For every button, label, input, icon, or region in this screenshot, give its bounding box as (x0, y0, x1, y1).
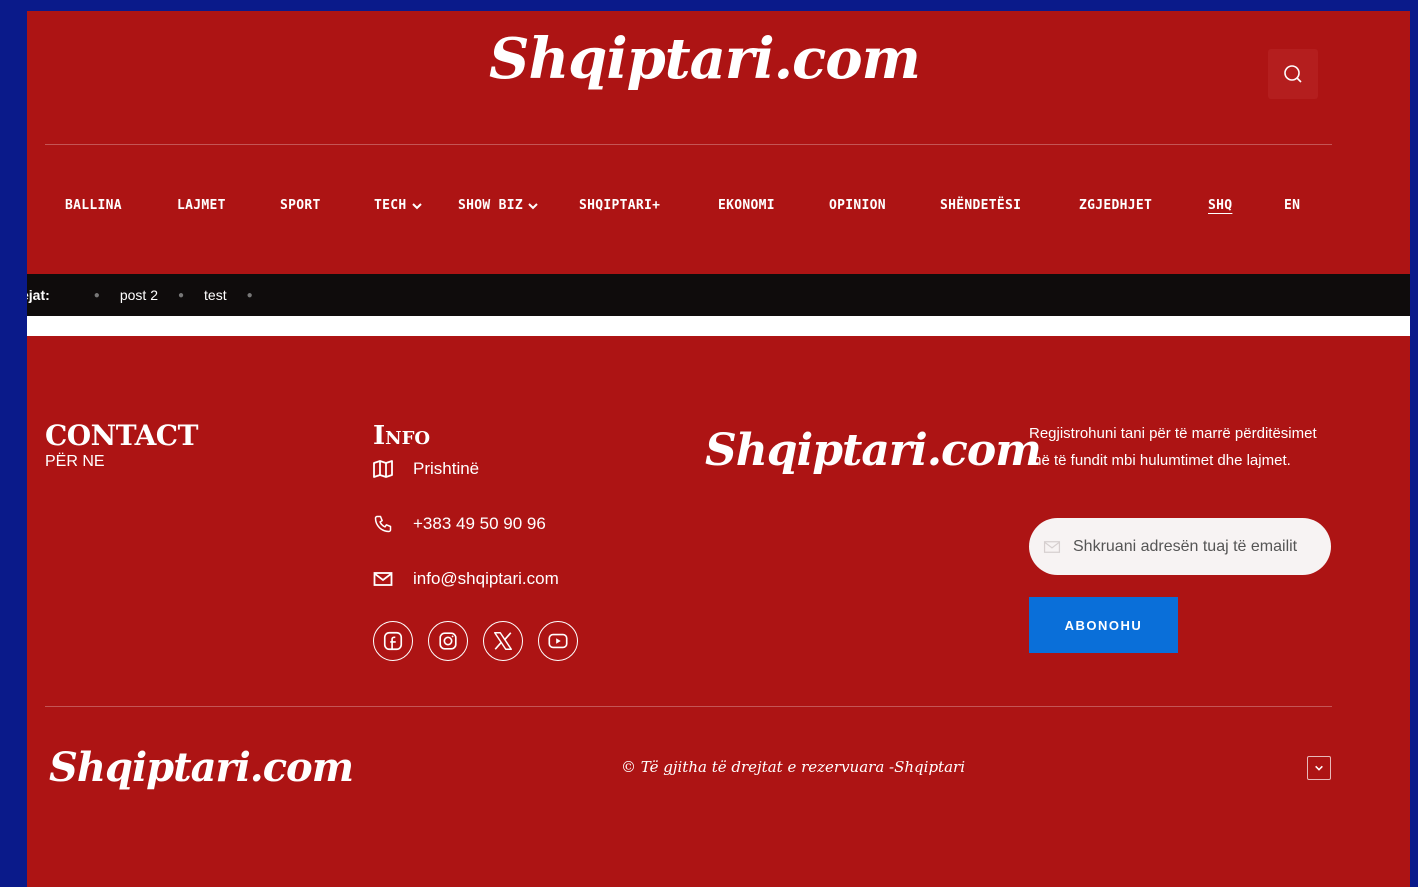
newsletter-column: Regjistrohuni tani për të marrë përditës… (1029, 420, 1331, 653)
site-header: Shqiptari.com BALLINA LAJMET SPORT TECH … (27, 11, 1410, 274)
contact-column: CONTACT PËR NE (45, 421, 198, 471)
newsletter-email-field[interactable] (1029, 518, 1331, 575)
envelope-icon (373, 569, 393, 589)
ticker-title: ejat: (27, 287, 50, 303)
nav-item-show-biz[interactable]: SHOW BIZ (458, 191, 539, 221)
location-text: Prishtinë (413, 459, 480, 478)
nav-item-tech[interactable]: TECH (374, 191, 423, 221)
nav-item-opinion[interactable]: OPINION (829, 191, 886, 221)
copyright-text: © Të gjitha të drejtat e rezervuara -Shq… (621, 758, 965, 776)
ticker-item[interactable]: test (204, 287, 227, 303)
content-band (27, 316, 1410, 336)
youtube-link[interactable] (538, 621, 578, 661)
facebook-link[interactable] (373, 621, 413, 661)
contact-title: CONTACT (45, 419, 198, 452)
chevron-down-icon (528, 203, 538, 210)
nav-item-sport[interactable]: SPORT (280, 191, 321, 221)
youtube-icon (548, 633, 568, 649)
instagram-icon (439, 632, 457, 650)
subscribe-button[interactable]: ABONOHU (1029, 597, 1178, 653)
map-icon (373, 459, 393, 479)
instagram-link[interactable] (428, 621, 468, 661)
site-logo[interactable]: Shqiptari.com (489, 19, 921, 99)
ticker-separator: ● (93, 289, 100, 301)
nav-item-ekonomi[interactable]: EKONOMI (718, 191, 775, 221)
header-divider (45, 144, 1332, 145)
phone-text: +383 49 50 90 96 (413, 514, 546, 533)
ticker-separator: ● (177, 289, 185, 301)
facebook-icon (383, 631, 403, 651)
nav-item-lajmet[interactable]: LAJMET (177, 191, 226, 221)
site-footer: CONTACT PËR NE Info Prishtinë +383 49 50… (27, 336, 1410, 887)
envelope-icon (1043, 540, 1061, 553)
ticker-item[interactable]: post 2 (120, 287, 158, 303)
chevron-down-icon (411, 203, 422, 210)
search-icon (1284, 65, 1302, 83)
nav-item-shendetesi[interactable]: SHËNDETËSI (940, 191, 1021, 221)
footer-divider (45, 706, 1332, 707)
newsletter-text: Regjistrohuni tani për të marrë përditës… (1029, 425, 1317, 469)
scroll-toggle-button[interactable] (1307, 756, 1331, 780)
nav-item-zgjedhjet[interactable]: ZGJEDHJET (1079, 191, 1152, 221)
site-frame: Shqiptari.com BALLINA LAJMET SPORT TECH … (27, 11, 1410, 887)
news-ticker: ejat: ● post 2 ● test ● (27, 274, 1410, 316)
info-email[interactable]: info@shqiptari.com (373, 569, 559, 589)
x-icon (494, 632, 512, 650)
nav-item-shqiptari-plus[interactable]: SHQIPTARI+ (579, 191, 660, 221)
info-phone[interactable]: +383 49 50 90 96 (373, 514, 546, 534)
ticker-separator: ● (246, 289, 253, 301)
chevron-down-icon (1315, 765, 1323, 771)
x-link[interactable] (483, 621, 523, 661)
info-column: Info Prishtinë +383 49 50 90 96 info@shq… (373, 421, 578, 661)
email-text: info@shqiptari.com (413, 569, 559, 588)
social-links (373, 621, 578, 661)
contact-link[interactable]: PËR NE (45, 453, 198, 471)
search-button[interactable] (1268, 49, 1318, 99)
main-nav: BALLINA LAJMET SPORT TECH SHOW BIZ SHQIP… (27, 191, 1410, 221)
phone-icon (373, 514, 393, 534)
footer-logo[interactable]: Shqiptari.com (705, 421, 1042, 481)
info-location: Prishtinë (373, 459, 479, 479)
newsletter-email-input[interactable] (1073, 537, 1323, 556)
nav-item-ballina[interactable]: BALLINA (65, 191, 122, 221)
nav-item-lang-shq[interactable]: SHQ (1208, 191, 1232, 221)
nav-item-lang-en[interactable]: EN (1284, 191, 1300, 221)
info-title: Info (373, 421, 431, 451)
footer-bottom-logo[interactable]: Shqiptari.com (49, 736, 354, 800)
